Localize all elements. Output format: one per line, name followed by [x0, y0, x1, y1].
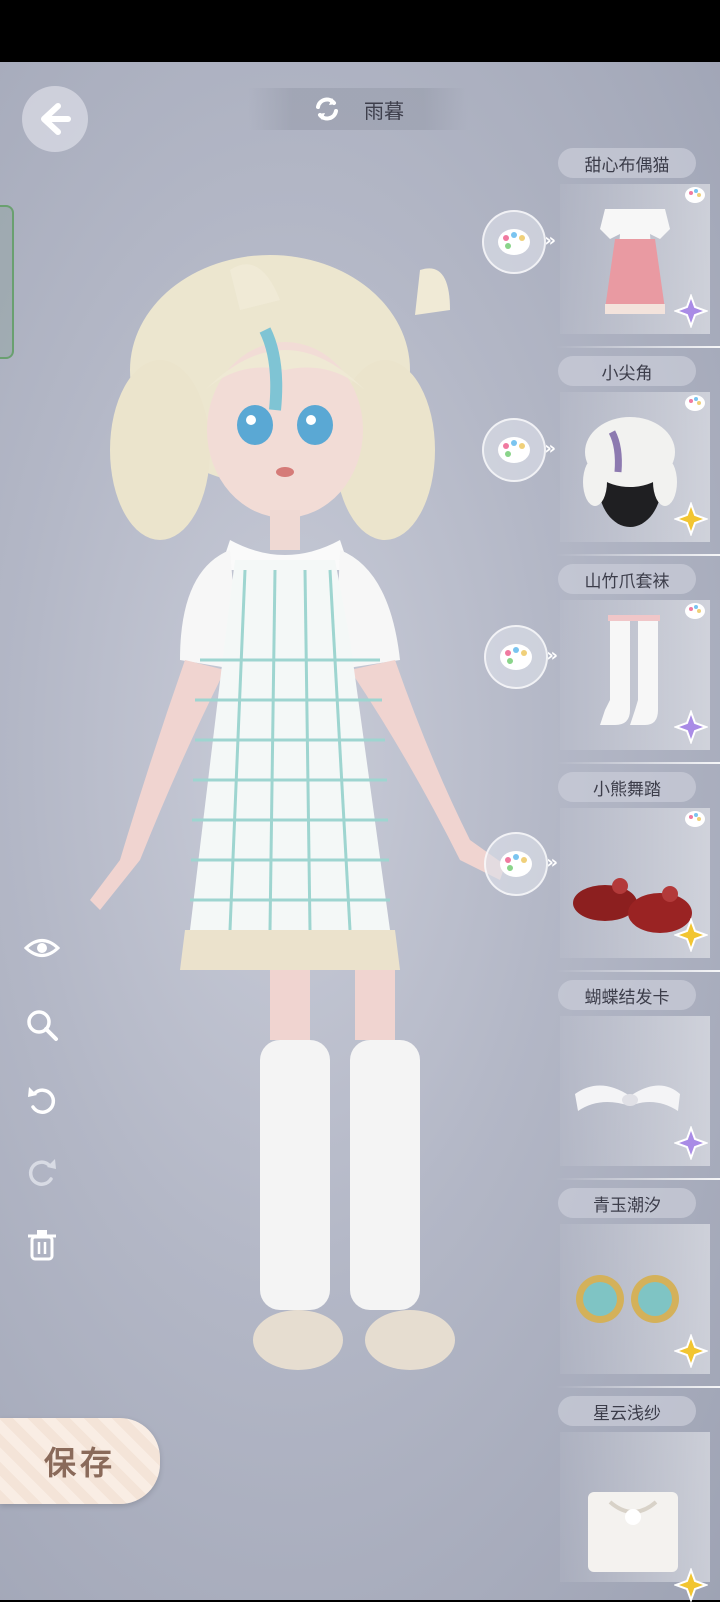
purple-star-icon — [674, 710, 708, 744]
item-title: 小熊舞踏 — [558, 772, 696, 802]
item-title: 青玉潮汐 — [558, 1188, 696, 1218]
item-title: 甜心布偶猫 — [558, 148, 696, 178]
item-slot-accessory[interactable]: 星云浅纱 — [556, 1388, 720, 1602]
eye-button[interactable] — [22, 928, 62, 968]
item-title: 蝴蝶结发卡 — [558, 980, 696, 1010]
arrow-left-icon — [41, 103, 71, 135]
item-slot-hairclip[interactable]: 蝴蝶结发卡 — [556, 972, 720, 1180]
character-name-bar[interactable]: 雨暮 — [248, 88, 468, 130]
item-title: 星云浅纱 — [558, 1396, 696, 1426]
gold-star-icon — [674, 1568, 708, 1602]
item-card — [560, 1432, 710, 1582]
undo-button[interactable] — [22, 1080, 62, 1120]
character-model — [90, 255, 505, 1370]
eye-icon — [24, 939, 60, 957]
undo-icon — [28, 1087, 56, 1114]
item-slot-earrings[interactable]: 青玉潮汐 — [556, 1180, 720, 1388]
gold-star-icon — [674, 918, 708, 952]
save-button[interactable]: 保存 — [0, 1418, 160, 1504]
save-label: 保存 — [43, 1444, 116, 1482]
dye-indicator-icon — [685, 603, 705, 619]
palette-icon — [500, 644, 532, 670]
dye-indicator-icon — [685, 187, 705, 203]
dye-button[interactable]: » — [482, 210, 556, 274]
back-button[interactable] — [22, 86, 88, 152]
item-slot-dress[interactable]: 甜心布偶猫 — [556, 140, 720, 348]
magnifier-icon — [27, 1010, 58, 1041]
dye-indicator-icon — [685, 395, 705, 411]
item-title: 山竹爪套袜 — [558, 564, 696, 594]
redo-icon — [28, 1159, 56, 1186]
palette-icon — [498, 229, 530, 255]
zoom-button[interactable] — [22, 1005, 62, 1045]
dye-button[interactable]: » — [484, 625, 558, 689]
item-title: 小尖角 — [558, 356, 696, 386]
refresh-icon — [316, 97, 338, 121]
equipped-items-panel: 甜心布偶猫 小尖角 山竹爪套袜 小熊舞踏 蝴蝶结发卡 青玉潮汐 星云浅纱 — [556, 140, 720, 1602]
dye-button[interactable]: » — [484, 832, 558, 896]
redo-button[interactable] — [22, 1152, 62, 1192]
purple-star-icon — [674, 1126, 708, 1160]
item-slot-socks[interactable]: 山竹爪套袜 — [556, 556, 720, 764]
side-drawer-handle[interactable] — [0, 205, 14, 359]
purple-star-icon — [674, 294, 708, 328]
gold-star-icon — [674, 502, 708, 536]
gold-star-icon — [674, 1334, 708, 1368]
item-slot-hair[interactable]: 小尖角 — [556, 348, 720, 556]
trash-icon — [28, 1230, 56, 1261]
character-name: 雨暮 — [364, 98, 404, 123]
dye-indicator-icon — [685, 811, 705, 827]
palette-icon — [498, 437, 530, 463]
palette-icon — [500, 851, 532, 877]
accessory-thumbnail — [588, 1492, 678, 1572]
delete-button[interactable] — [22, 1225, 62, 1265]
item-slot-shoes[interactable]: 小熊舞踏 — [556, 764, 720, 972]
status-bar — [0, 0, 720, 62]
dye-button[interactable]: » — [482, 418, 556, 482]
